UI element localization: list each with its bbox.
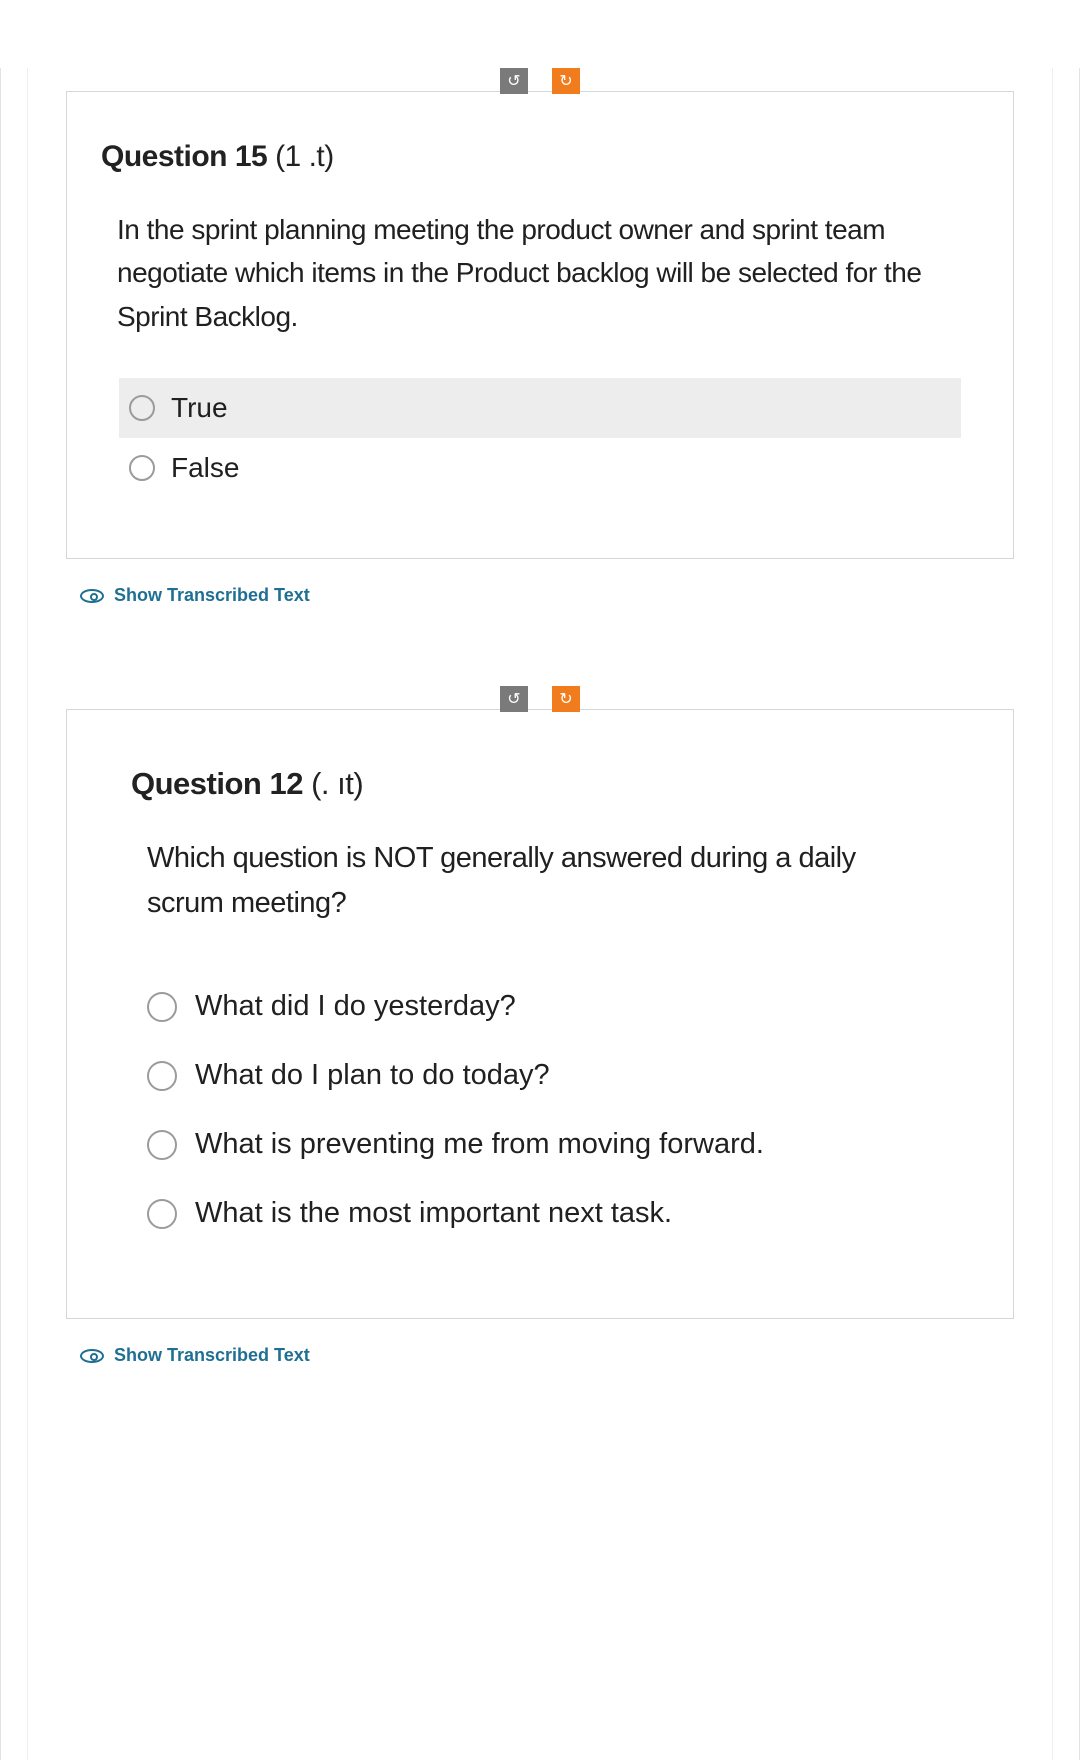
radio-icon <box>147 992 177 1022</box>
option-label: What did I do yesterday? <box>195 990 516 1023</box>
option-true[interactable]: True <box>119 378 961 438</box>
option-label: True <box>171 392 228 424</box>
question-body: Which question is NOT generally answered… <box>147 836 933 926</box>
question-card-12: Question 12 (. ıt) Which question is NOT… <box>66 709 1014 1319</box>
question-points: (1 .t) <box>275 140 334 173</box>
page: ↺ ↻ Question 15 (1 .t) In the sprint pla… <box>0 68 1080 1760</box>
rotation-controls-2: ↺ ↻ <box>66 686 1014 712</box>
option-2[interactable]: What do I plan to do today? <box>141 1041 939 1110</box>
content-column: ↺ ↻ Question 15 (1 .t) In the sprint pla… <box>27 68 1053 1760</box>
question-number: Question 15 <box>101 140 267 173</box>
rotation-controls-1: ↺ ↻ <box>66 68 1014 94</box>
show-transcribed-label: Show Transcribed Text <box>114 585 310 606</box>
show-transcribed-button-1[interactable]: Show Transcribed Text <box>80 585 1014 606</box>
option-label: What is the most important next task. <box>195 1197 672 1230</box>
radio-icon <box>129 395 155 421</box>
question-body: In the sprint planning meeting the produ… <box>117 208 963 338</box>
options-list: True False <box>119 378 961 498</box>
rotate-ccw-icon[interactable]: ↺ <box>500 68 528 94</box>
rotate-cw-icon[interactable]: ↻ <box>552 686 580 712</box>
radio-icon <box>147 1199 177 1229</box>
show-transcribed-label: Show Transcribed Text <box>114 1345 310 1366</box>
eye-icon <box>80 1349 104 1363</box>
option-label: What do I plan to do today? <box>195 1059 550 1092</box>
question-title: Question 12 (. ıt) <box>131 766 969 802</box>
options-list: What did I do yesterday? What do I plan … <box>141 972 939 1248</box>
eye-icon <box>80 589 104 603</box>
question-number: Question 12 <box>131 766 303 801</box>
rotate-cw-icon[interactable]: ↻ <box>552 68 580 94</box>
question-card-15: Question 15 (1 .t) In the sprint plannin… <box>66 91 1014 559</box>
radio-icon <box>147 1130 177 1160</box>
question-title: Question 15 (1 .t) <box>101 140 979 174</box>
option-false[interactable]: False <box>119 438 961 498</box>
spacer <box>66 606 1014 686</box>
rotate-ccw-icon[interactable]: ↺ <box>500 686 528 712</box>
radio-icon <box>129 455 155 481</box>
option-3[interactable]: What is preventing me from moving forwar… <box>141 1110 939 1179</box>
question-points: (. ıt) <box>311 766 363 801</box>
radio-icon <box>147 1061 177 1091</box>
option-4[interactable]: What is the most important next task. <box>141 1179 939 1248</box>
show-transcribed-button-2[interactable]: Show Transcribed Text <box>80 1345 1014 1366</box>
option-label: What is preventing me from moving forwar… <box>195 1128 764 1161</box>
option-1[interactable]: What did I do yesterday? <box>141 972 939 1041</box>
option-label: False <box>171 452 239 484</box>
